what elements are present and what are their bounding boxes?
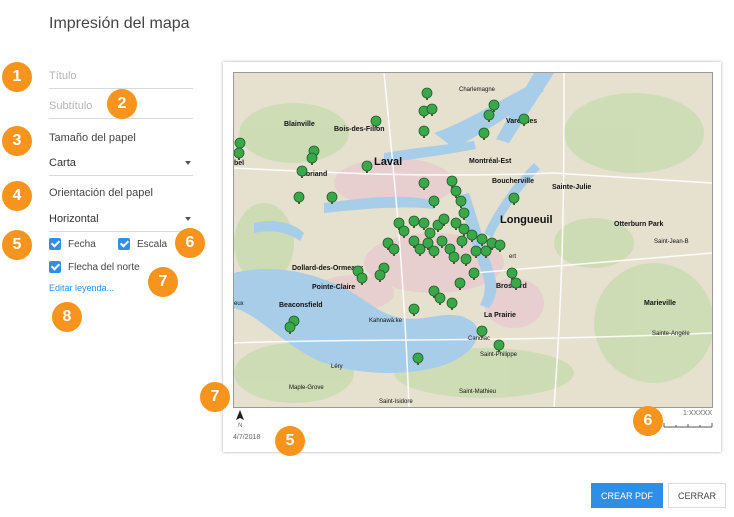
place-lery: Léry bbox=[331, 364, 343, 370]
callout-badge-8: 8 bbox=[52, 302, 82, 332]
callout-badge-2: 2 bbox=[107, 89, 137, 119]
callout-badge-5: 5 bbox=[2, 230, 32, 260]
place-laval: Laval bbox=[374, 156, 402, 168]
preview-scale-text: 1:XXXXX bbox=[683, 410, 713, 417]
orientation-value: Horizontal bbox=[49, 213, 99, 225]
place-saint-philippe: Saint-Philippe bbox=[480, 352, 518, 358]
dialog-title: Impresión del mapa bbox=[49, 15, 190, 32]
date-label: Fecha bbox=[68, 238, 96, 250]
place-sainte-julie: Sainte-Julie bbox=[552, 184, 591, 191]
north-arrow-option[interactable]: Flecha del norte bbox=[49, 261, 140, 273]
edit-legend-link[interactable]: Editar leyenda... bbox=[49, 283, 114, 293]
place-saint-mathieu: Saint-Mathieu bbox=[459, 389, 496, 395]
place-dollard: Dollard-des-Ormeaux bbox=[292, 265, 363, 272]
place-mirabel: bel bbox=[234, 160, 244, 167]
scale-bar-icon bbox=[663, 423, 713, 428]
preview-date: 4/7/2018 bbox=[233, 434, 261, 441]
place-beaconsfield: Beaconsfield bbox=[279, 302, 323, 309]
place-kahnawake: Kahnawà:ke bbox=[369, 318, 403, 324]
scale-label: Escala bbox=[137, 238, 168, 250]
create-pdf-button[interactable]: CREAR PDF bbox=[591, 483, 663, 508]
paper-size-value: Carta bbox=[49, 157, 76, 169]
callout-badge-7: 7 bbox=[148, 267, 178, 297]
place-saint-jean: Saint-Jean-B bbox=[654, 239, 689, 245]
north-arrow-checkbox[interactable] bbox=[49, 261, 61, 273]
north-arrow-label: Flecha del norte bbox=[68, 261, 140, 273]
date-option[interactable]: Fecha bbox=[49, 238, 96, 250]
place-candiac: Candiac bbox=[468, 336, 490, 342]
chevron-down-icon bbox=[185, 217, 191, 221]
callout-badge-1: 1 bbox=[2, 62, 32, 92]
place-otterburn-park: Otterburn Park bbox=[614, 221, 664, 228]
callout-badge-3: 3 bbox=[2, 126, 32, 156]
orientation-select[interactable]: Horizontal bbox=[49, 207, 193, 232]
callout-badge-5-preview: 5 bbox=[275, 426, 305, 456]
place-montreal-est: Montréal-Est bbox=[469, 158, 512, 165]
scale-option[interactable]: Escala bbox=[118, 238, 167, 250]
place-blainville: Blainville bbox=[284, 121, 315, 128]
map-image: Blainville Bois-des-Filion Charlemagne V… bbox=[234, 73, 712, 407]
orientation-label: Orientación del papel bbox=[49, 187, 153, 199]
close-button[interactable]: CERRAR bbox=[668, 483, 726, 508]
north-arrow-letter: N bbox=[238, 423, 243, 429]
paper-size-select[interactable]: Carta bbox=[49, 151, 193, 176]
place-saint-isidore: Saint-Isidore bbox=[379, 399, 413, 405]
place-vaudreuil: eux bbox=[234, 301, 244, 307]
callout-badge-6-preview: 6 bbox=[633, 406, 663, 436]
title-input[interactable] bbox=[49, 64, 193, 89]
place-marieville: Marieville bbox=[644, 300, 676, 307]
callout-badge-7-preview: 7 bbox=[200, 382, 230, 412]
place-sainte-angele: Sainte-Angèle bbox=[652, 331, 690, 337]
place-pointe-claire: Pointe-Claire bbox=[312, 284, 355, 291]
place-charlemagne: Charlemagne bbox=[459, 87, 496, 93]
scale-checkbox[interactable] bbox=[118, 238, 130, 250]
place-lambert: ert bbox=[509, 254, 516, 260]
callout-badge-4: 4 bbox=[2, 181, 32, 211]
chevron-down-icon bbox=[185, 161, 191, 165]
date-checkbox[interactable] bbox=[49, 238, 61, 250]
map-preview: Blainville Bois-des-Filion Charlemagne V… bbox=[233, 72, 713, 408]
place-maple-grove: Maple-Grove bbox=[289, 385, 324, 391]
place-la-prairie: La Prairie bbox=[484, 312, 516, 319]
place-longueuil: Longueuil bbox=[500, 214, 553, 226]
callout-badge-6: 6 bbox=[175, 228, 205, 258]
place-boucherville: Boucherville bbox=[492, 178, 534, 185]
paper-size-label: Tamaño del papel bbox=[49, 132, 136, 144]
